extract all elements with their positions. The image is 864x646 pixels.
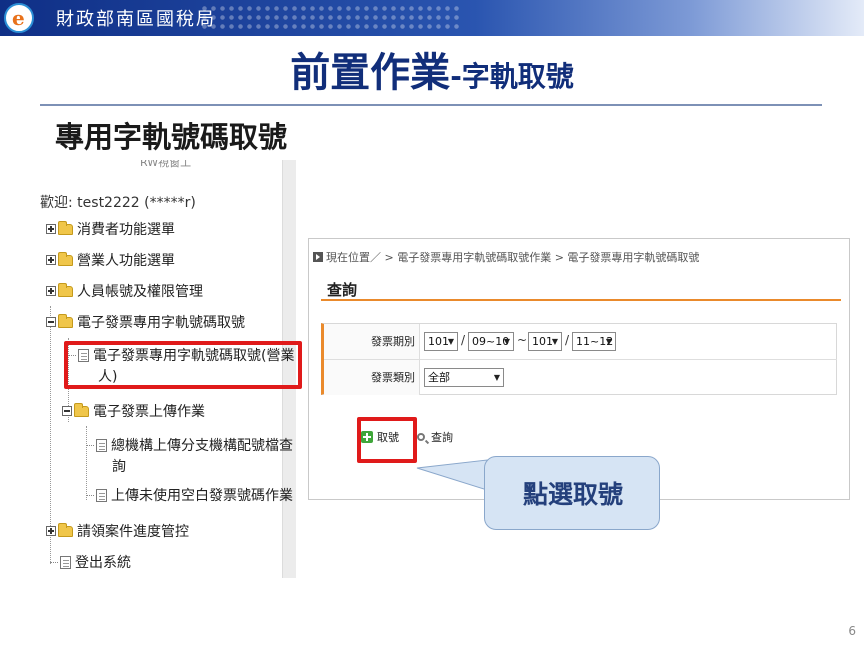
callout-text: 點選取號	[522, 480, 623, 509]
sidebar-item-upload-blank-numbers[interactable]: 上傳未使用空白發票號碼作業	[86, 484, 293, 506]
period-year-to-select[interactable]: 101	[528, 332, 562, 351]
folder-open-icon	[58, 313, 73, 328]
panel-title-underline	[321, 299, 841, 301]
sidebar-item-einvoice-upload[interactable]: 電子發票上傳作業	[62, 400, 205, 422]
period-month-to-select[interactable]: 11~12	[572, 332, 616, 351]
expand-icon[interactable]	[46, 255, 56, 265]
header-banner: e 財政部南區國稅局	[0, 0, 864, 36]
panel-title: 查詢	[327, 281, 358, 299]
folder-open-icon	[74, 402, 89, 417]
collapse-icon[interactable]	[62, 406, 72, 416]
callout-pointer	[416, 459, 488, 491]
folder-icon	[58, 282, 73, 297]
sidebar-item-branch-number-query[interactable]: 總機構上傳分支機構配號檔查	[86, 434, 293, 456]
sidebar-item-case-progress[interactable]: 請領案件進度管控	[46, 520, 189, 542]
sidebar-item-label: 登出系統	[75, 555, 131, 571]
tree-branch	[86, 444, 94, 446]
expand-icon[interactable]	[46, 286, 56, 296]
logo-icon: e	[4, 3, 34, 33]
sidebar-item-label: 人員帳號及權限管理	[77, 284, 203, 300]
page-number: 6	[848, 624, 856, 638]
tree-branch	[86, 494, 94, 496]
sidebar-item-logout[interactable]: 登出系統	[50, 551, 131, 573]
folder-icon	[58, 220, 73, 235]
slide-title: 前置作業-字軌取號	[0, 40, 864, 98]
slide-title-suffix: -字軌取號	[450, 60, 574, 93]
breadcrumb: 現在位置／ > 電子發票專用字軌號碼取號作業 > 電子發票專用字軌號碼取號	[313, 249, 699, 265]
document-icon	[60, 555, 71, 569]
collapse-icon[interactable]	[46, 317, 56, 327]
expand-icon[interactable]	[46, 224, 56, 234]
sidebar-item-label: 請領案件進度管控	[77, 524, 189, 540]
highlight-box-menu	[64, 341, 302, 389]
callout-bubble: 點選取號	[484, 456, 660, 530]
expand-icon[interactable]	[46, 526, 56, 536]
sidebar-item-consumer-menu[interactable]: 消費者功能選單	[46, 218, 175, 240]
sidebar-item-label: 電子發票專用字軌號碼取號	[77, 315, 245, 331]
tree-branch	[50, 561, 58, 563]
sidebar-item-einvoice-number[interactable]: 電子發票專用字軌號碼取號	[46, 311, 245, 333]
sidebar-item-label: 電子發票上傳作業	[93, 404, 205, 420]
type-label: 發票類別	[324, 360, 420, 395]
sidebar-item-label-line2: 詢	[112, 459, 126, 475]
logo-letter: e	[12, 6, 25, 30]
period-month-from-select[interactable]: 09~10	[468, 332, 514, 351]
sidebar-item-business-menu[interactable]: 營業人功能選單	[46, 249, 175, 271]
period-separator: /	[565, 333, 570, 347]
folder-icon	[58, 251, 73, 266]
query-form: 發票期別 101 / 09~10 ~ 101 / 11~12 發票類別 全部	[321, 323, 837, 395]
sidebar-cutoff-text: RW視窗工	[140, 160, 192, 169]
period-tilde: ~	[517, 333, 528, 347]
agency-name: 財政部南區國稅局	[56, 9, 216, 30]
banner-decoration	[200, 4, 460, 32]
highlight-box-button	[357, 417, 417, 463]
query-label: 查詢	[431, 431, 453, 444]
period-label: 發票期別	[324, 324, 420, 359]
breadcrumb-text: 現在位置／ > 電子發票專用字軌號碼取號作業 > 電子發票專用字軌號碼取號	[326, 251, 700, 264]
breadcrumb-arrow-icon	[313, 252, 323, 262]
period-separator: /	[461, 333, 466, 347]
document-icon	[96, 488, 107, 502]
invoice-type-select[interactable]: 全部	[424, 368, 504, 387]
period-row: 發票期別 101 / 09~10 ~ 101 / 11~12	[324, 324, 837, 360]
document-icon	[96, 438, 107, 452]
slide-title-main: 前置作業	[290, 50, 451, 96]
type-row: 發票類別 全部	[324, 360, 837, 396]
sidebar-item-account-management[interactable]: 人員帳號及權限管理	[46, 280, 203, 302]
sidebar-item-label: 上傳未使用空白發票號碼作業	[111, 488, 293, 504]
sidebar-item-label: 消費者功能選單	[77, 222, 175, 238]
query-button[interactable]: 查詢	[417, 429, 453, 445]
title-divider	[40, 104, 822, 106]
search-icon	[417, 433, 425, 441]
period-year-from-select[interactable]: 101	[424, 332, 458, 351]
sidebar-item-label: 總機構上傳分支機構配號檔查	[111, 438, 293, 454]
slide-subtitle: 專用字軌號碼取號	[55, 120, 288, 154]
welcome-text: 歡迎: test2222 (*****r)	[40, 195, 196, 211]
folder-icon	[58, 522, 73, 537]
sidebar-item-label: 營業人功能選單	[77, 253, 175, 269]
